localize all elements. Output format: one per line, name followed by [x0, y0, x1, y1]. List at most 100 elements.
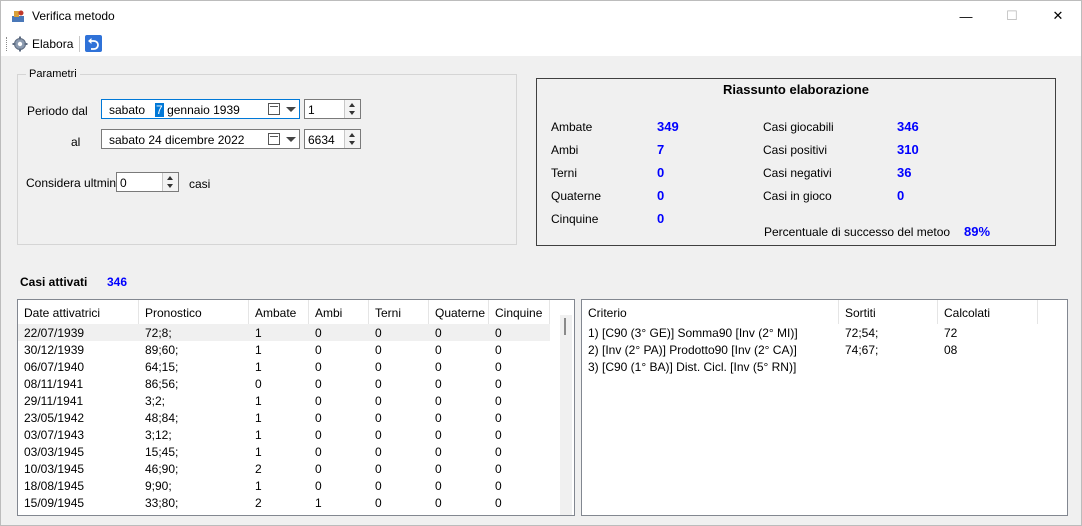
to-number-spin-buttons[interactable]	[344, 130, 360, 148]
criteria-table[interactable]: Criterio Sortiti Calcolati 1) [C90 (3° G…	[581, 299, 1068, 516]
col-sortiti[interactable]: Sortiti	[839, 300, 938, 324]
table-cell: 3;2;	[145, 394, 166, 408]
considera-spin-buttons[interactable]	[162, 173, 178, 191]
table-cell: 0	[375, 462, 382, 476]
table-cell: 06/07/1940	[24, 360, 85, 374]
window-title: Verifica metodo	[32, 9, 115, 23]
ambate-value: 349	[657, 119, 679, 134]
table-cell: 1	[255, 479, 262, 493]
title-bar: Verifica metodo — ☐ ✕	[1, 1, 1081, 31]
spin-down-icon[interactable]	[167, 184, 173, 188]
col-terni[interactable]: Terni	[369, 300, 429, 324]
terni-value: 0	[657, 165, 665, 180]
table-row[interactable]: 15/09/1945 33;80; 2 1 0 0 0	[18, 494, 550, 511]
casi-positivi-value: 310	[897, 142, 919, 157]
spin-up-icon[interactable]	[349, 133, 355, 137]
table-cell: 1	[255, 343, 262, 357]
from-number-stepper[interactable]: 1	[304, 99, 361, 119]
table-cell: 0	[375, 343, 382, 357]
table-row[interactable]: 03/07/1943 3;12; 1 0 0 0 0	[18, 426, 550, 443]
considera-label: Considera ultmini	[26, 176, 119, 190]
table-cell: 03/07/1943	[24, 428, 85, 442]
table-cell: 0	[315, 428, 322, 442]
table-cell: 1	[255, 445, 262, 459]
table-cell: 0	[315, 462, 322, 476]
results-scrollbar[interactable]	[560, 315, 572, 515]
table-cell: 0	[375, 377, 382, 391]
table-cell: 2	[255, 462, 262, 476]
to-number-stepper[interactable]: 6634	[304, 129, 361, 149]
calendar-icon[interactable]	[268, 133, 280, 145]
chevron-down-icon[interactable]	[286, 107, 296, 112]
col-ambate[interactable]: Ambate	[249, 300, 309, 324]
minimize-button[interactable]: —	[943, 1, 989, 31]
cinquine-label: Cinquine	[551, 212, 599, 226]
to-date-picker[interactable]: sabato 24 dicembre 2022	[101, 129, 300, 149]
col-pronostico[interactable]: Pronostico	[139, 300, 249, 324]
col-criterio[interactable]: Criterio	[582, 300, 839, 324]
table-row[interactable]: 18/08/1945 9;90; 1 0 0 0 0	[18, 477, 550, 494]
spin-up-icon[interactable]	[349, 103, 355, 107]
elabora-button[interactable]: Elabora	[32, 37, 73, 51]
table-row[interactable]: 1) [C90 (3° GE)] Somma90 [Inv (2° MI)] 72…	[582, 324, 1038, 341]
table-cell: 08/11/1941	[24, 377, 84, 391]
table-row[interactable]: 06/07/1940 64;15; 1 0 0 0 0	[18, 358, 550, 375]
from-number-spin-buttons[interactable]	[344, 100, 360, 118]
table-cell	[839, 358, 938, 375]
from-date-weekday: sabato	[109, 103, 146, 117]
table-cell: 0	[495, 411, 502, 425]
table-cell: 1	[255, 428, 262, 442]
table-row[interactable]: 10/03/1945 46;90; 2 0 0 0 0	[18, 460, 550, 477]
results-table[interactable]: Date attivatrici Pronostico Ambate Ambi …	[17, 299, 575, 516]
col-calcolati[interactable]: Calcolati	[938, 300, 1038, 324]
table-row[interactable]: 22/07/1939 72;8; 1 0 0 0 0	[18, 324, 550, 341]
table-cell: 3;12;	[145, 428, 172, 442]
table-row[interactable]: 23/05/1942 48;84; 1 0 0 0 0	[18, 409, 550, 426]
maximize-button[interactable]: ☐	[989, 1, 1035, 31]
app-icon	[12, 10, 24, 22]
table-cell: 0	[315, 394, 322, 408]
table-row[interactable]: 30/12/1939 89;60; 1 0 0 0 0	[18, 341, 550, 358]
chevron-down-icon[interactable]	[286, 137, 296, 142]
table-row[interactable]: 3) [C90 (1° BA)] Dist. Cicl. [Inv (5° RN…	[582, 358, 1038, 375]
close-button[interactable]: ✕	[1035, 1, 1081, 31]
from-date-day: 7	[155, 103, 164, 117]
table-row[interactable]: 29/11/1941 3;2; 1 0 0 0 0	[18, 392, 550, 409]
col-ambi[interactable]: Ambi	[309, 300, 369, 324]
table-cell: 0	[375, 496, 382, 510]
col-cinquine[interactable]: Cinquine	[489, 300, 550, 324]
spin-up-icon[interactable]	[167, 176, 173, 180]
table-cell: 0	[495, 445, 502, 459]
casi-in-gioco-value: 0	[897, 188, 905, 203]
col-quaterne[interactable]: Quaterne	[429, 300, 489, 324]
table-cell: 0	[435, 462, 442, 476]
table-row[interactable]: 2) [Inv (2° PA)] Prodotto90 [Inv (2° CA)…	[582, 341, 1038, 358]
table-cell: 0	[435, 394, 442, 408]
table-cell: 1	[255, 411, 262, 425]
table-cell: 0	[435, 428, 442, 442]
col-date-attivatrici[interactable]: Date attivatrici	[18, 300, 139, 324]
casi-negativi-label: Casi negativi	[763, 166, 832, 180]
table-cell: 64;15;	[145, 360, 179, 374]
table-row[interactable]: 03/03/1945 15;45; 1 0 0 0 0	[18, 443, 550, 460]
al-label: al	[71, 135, 81, 149]
table-cell: 0	[495, 360, 502, 374]
from-number-value: 1	[308, 103, 315, 117]
verifica-metodo-window: Verifica metodo — ☐ ✕ Elabora Parametri …	[0, 0, 1082, 526]
table-cell: 0	[495, 462, 502, 476]
considera-stepper[interactable]: 0	[116, 172, 179, 192]
table-row[interactable]: 08/11/1941 86;56; 0 0 0 0 0	[18, 375, 550, 392]
table-cell: 10/03/1945	[24, 462, 85, 476]
undo-icon[interactable]	[85, 35, 102, 52]
table-cell: 23/05/1942	[24, 411, 85, 425]
from-date-picker[interactable]: sabato 7 gennaio 1939	[101, 99, 300, 119]
gear-icon[interactable]	[12, 36, 28, 52]
scrollbar-thumb[interactable]	[564, 318, 566, 335]
spin-down-icon[interactable]	[349, 111, 355, 115]
calendar-icon[interactable]	[268, 103, 280, 115]
spin-down-icon[interactable]	[349, 141, 355, 145]
table-cell: 0	[495, 479, 502, 493]
quaterne-value: 0	[657, 188, 665, 203]
table-cell: 2	[255, 496, 262, 510]
table-cell: 08	[944, 343, 958, 357]
